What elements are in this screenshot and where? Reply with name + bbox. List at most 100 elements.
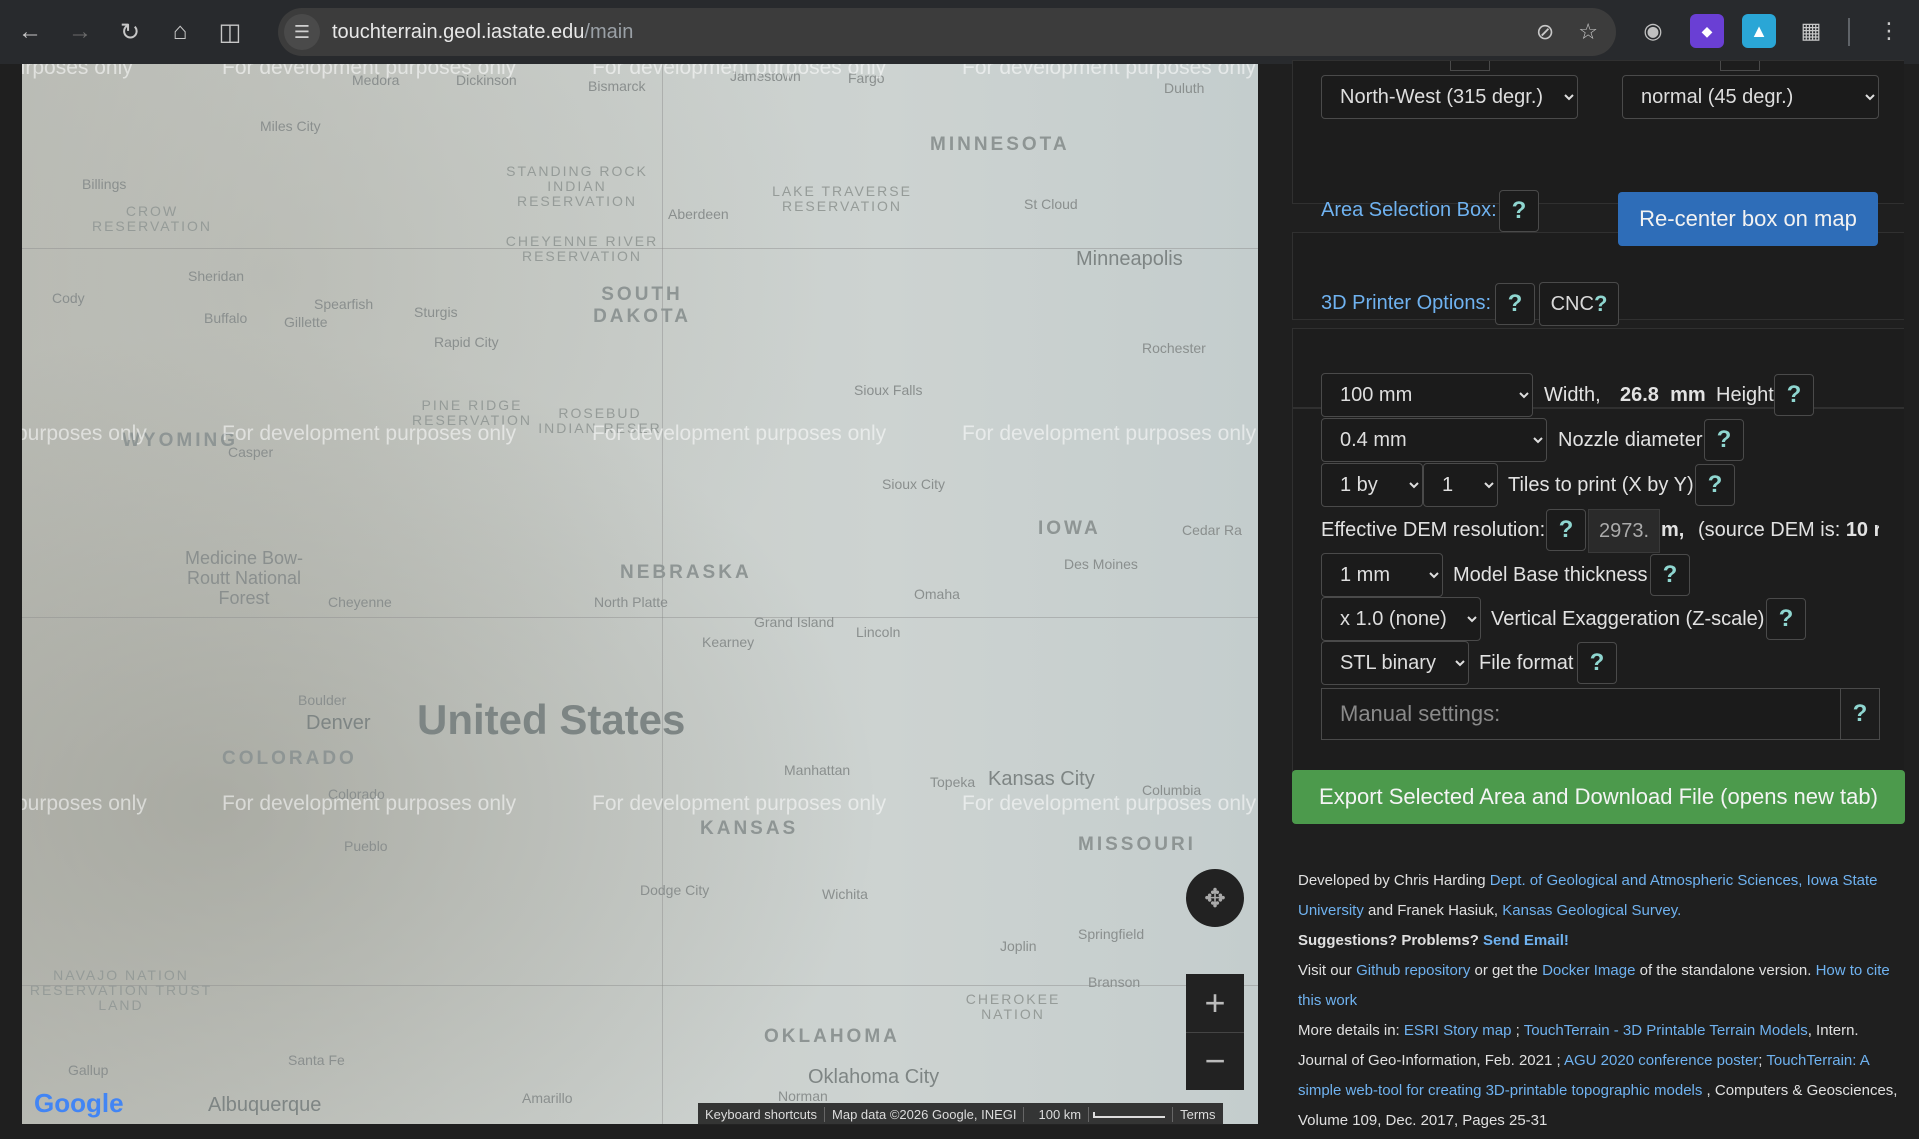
extensions-puzzle-icon[interactable]: ▦: [1794, 14, 1828, 48]
extension-user-icon[interactable]: ▲: [1742, 14, 1776, 48]
city-label: Des Moines: [1064, 556, 1138, 572]
agu-link[interactable]: AGU 2020 conference poster: [1564, 1052, 1758, 1069]
cnc-toggle-button[interactable]: CNC?: [1539, 282, 1619, 326]
move-arrows-icon: ✥: [1204, 882, 1226, 913]
width-select[interactable]: 100 mm: [1321, 373, 1533, 417]
state-label: KANSAS: [700, 818, 799, 839]
scale-bar: [1093, 1112, 1166, 1119]
file-format-label: File format: [1479, 652, 1574, 674]
city-label: Miles City: [260, 118, 321, 134]
back-icon[interactable]: ←: [10, 12, 50, 52]
city-label: Santa Fe: [288, 1052, 345, 1068]
url-text[interactable]: touchterrain.geol.iastate.edu/main: [332, 21, 633, 44]
state-border: [22, 617, 1258, 618]
city-label: Omaha: [914, 586, 960, 602]
city-label: Duluth: [1164, 80, 1205, 96]
dev-watermark: purposes only: [22, 792, 147, 815]
help-button-stub[interactable]: [1450, 61, 1490, 71]
credits-footer: Developed by Chris Harding Dept. of Geol…: [1298, 866, 1898, 1136]
tiles-y-select[interactable]: 1: [1423, 463, 1498, 507]
city-label: Topeka: [930, 774, 976, 790]
area-help-button[interactable]: ?: [1499, 190, 1539, 232]
dem-help-button[interactable]: ?: [1546, 509, 1586, 551]
address-bar[interactable]: ☰ touchterrain.geol.iastate.edu/main ⊘ ☆: [278, 8, 1616, 56]
send-email-link[interactable]: Send Email!: [1483, 932, 1569, 949]
hillshade-angle-select[interactable]: normal (45 degr.): [1622, 75, 1879, 119]
city-label: North Platte: [594, 594, 668, 610]
visit-text: Visit our: [1298, 962, 1352, 979]
bookmark-star-icon[interactable]: ☆: [1578, 19, 1598, 45]
scale-indicator[interactable]: 100 km: [1024, 1106, 1174, 1122]
base-thickness-select[interactable]: 1 mm: [1321, 553, 1443, 597]
site-info-icon[interactable]: ☰: [284, 14, 320, 50]
base-help-button[interactable]: ?: [1650, 554, 1690, 596]
github-link[interactable]: Github repository: [1356, 962, 1470, 979]
city-label: St Cloud: [1024, 196, 1078, 212]
zscale-select[interactable]: x 1.0 (none): [1321, 597, 1481, 641]
printer-help-button[interactable]: ?: [1495, 283, 1535, 325]
dem-source-value: 10 r: [1845, 519, 1879, 541]
country-label: United States: [417, 696, 686, 743]
help-button-stub[interactable]: [1720, 61, 1760, 71]
city-label: Boulder: [298, 692, 347, 708]
reservation-label: STANDING ROCK INDIAN RESERVATION: [506, 163, 648, 209]
home-icon[interactable]: ⌂: [160, 12, 200, 52]
esri-link[interactable]: ESRI Story map: [1404, 1022, 1512, 1039]
state-label: SOUTH DAKOTA: [593, 284, 691, 327]
state-label: OKLAHOMA: [764, 1026, 900, 1047]
manual-settings-input[interactable]: Manual settings:: [1321, 688, 1841, 740]
dev-watermark: For development purposes only: [962, 792, 1257, 815]
width-help-button[interactable]: ?: [1774, 374, 1814, 416]
nozzle-label: Nozzle diameter: [1558, 429, 1703, 451]
city-label: Denver: [306, 712, 371, 734]
dem-resolution-field[interactable]: 2973.: [1588, 509, 1660, 553]
google-logo[interactable]: Google: [34, 1088, 124, 1119]
file-format-help-button[interactable]: ?: [1577, 642, 1617, 684]
city-label: Sturgis: [414, 304, 458, 320]
city-label: Sioux City: [882, 476, 946, 492]
nozzle-help-button[interactable]: ?: [1704, 419, 1744, 461]
reload-icon[interactable]: ↻: [110, 12, 150, 52]
docker-link[interactable]: Docker Image: [1542, 962, 1635, 979]
tiles-help-button[interactable]: ?: [1695, 464, 1735, 506]
dem-unit: m,: [1661, 519, 1684, 542]
split-view-icon[interactable]: ◫: [210, 12, 250, 52]
eye-off-icon[interactable]: ⊘: [1536, 19, 1554, 45]
city-label: Wichita: [822, 886, 868, 902]
zscale-label: Vertical Exaggeration (Z-scale): [1491, 608, 1765, 630]
menu-kebab-icon[interactable]: ⋮: [1872, 14, 1906, 48]
dev-watermark: For development purposes only: [592, 792, 887, 815]
manual-help-button[interactable]: ?: [1840, 688, 1880, 740]
cnc-help-icon: ?: [1593, 291, 1608, 316]
city-label: Spearfish: [314, 296, 374, 312]
credits-text: and Franek Hasiuk,: [1368, 902, 1499, 919]
extension-rw-icon[interactable]: ◆: [1690, 14, 1724, 48]
printer-options-label: 3D Printer Options:: [1321, 292, 1492, 314]
hillshade-direction-select[interactable]: North-West (315 degr.): [1321, 75, 1578, 119]
city-label: Aberdeen: [668, 206, 729, 222]
toolbar-separator: [1848, 18, 1850, 46]
zscale-help-button[interactable]: ?: [1766, 598, 1806, 640]
reservation-label: NAVAJO NATION RESERVATION TRUST LAND: [29, 967, 213, 1013]
tiles-x-select[interactable]: 1 by: [1321, 463, 1423, 507]
forward-icon[interactable]: →: [60, 12, 100, 52]
nozzle-select[interactable]: 0.4 mm: [1321, 418, 1547, 462]
kgs-link[interactable]: Kansas Geological Survey.: [1502, 902, 1681, 919]
terms-link[interactable]: Terms: [1173, 1107, 1222, 1122]
zoom-in-button[interactable]: +: [1186, 974, 1244, 1032]
keyboard-shortcuts-link[interactable]: Keyboard shortcuts: [698, 1106, 826, 1122]
map-view[interactable]: MINNESOTA SOUTH DAKOTA NEBRASKA IOWA KAN…: [22, 64, 1258, 1124]
city-label: Bismarck: [588, 78, 646, 94]
dev-watermark: For development purposes only: [592, 422, 887, 445]
recenter-box-button[interactable]: Re-center box on map: [1618, 192, 1878, 246]
file-format-select[interactable]: STL binary: [1321, 641, 1469, 685]
city-label: Lincoln: [856, 624, 901, 640]
zoom-out-button[interactable]: −: [1186, 1033, 1244, 1091]
map-pan-control[interactable]: ✥: [1186, 869, 1244, 927]
tt3d-link[interactable]: TouchTerrain - 3D Printable Terrain Mode…: [1524, 1022, 1808, 1039]
minus-icon: −: [1204, 1040, 1226, 1082]
url-host: touchterrain.geol.iastate.edu: [332, 20, 585, 43]
export-download-button[interactable]: Export Selected Area and Download File (…: [1292, 770, 1905, 824]
city-label: Buffalo: [204, 310, 248, 326]
extension-glasses-icon[interactable]: ◉: [1636, 14, 1670, 48]
